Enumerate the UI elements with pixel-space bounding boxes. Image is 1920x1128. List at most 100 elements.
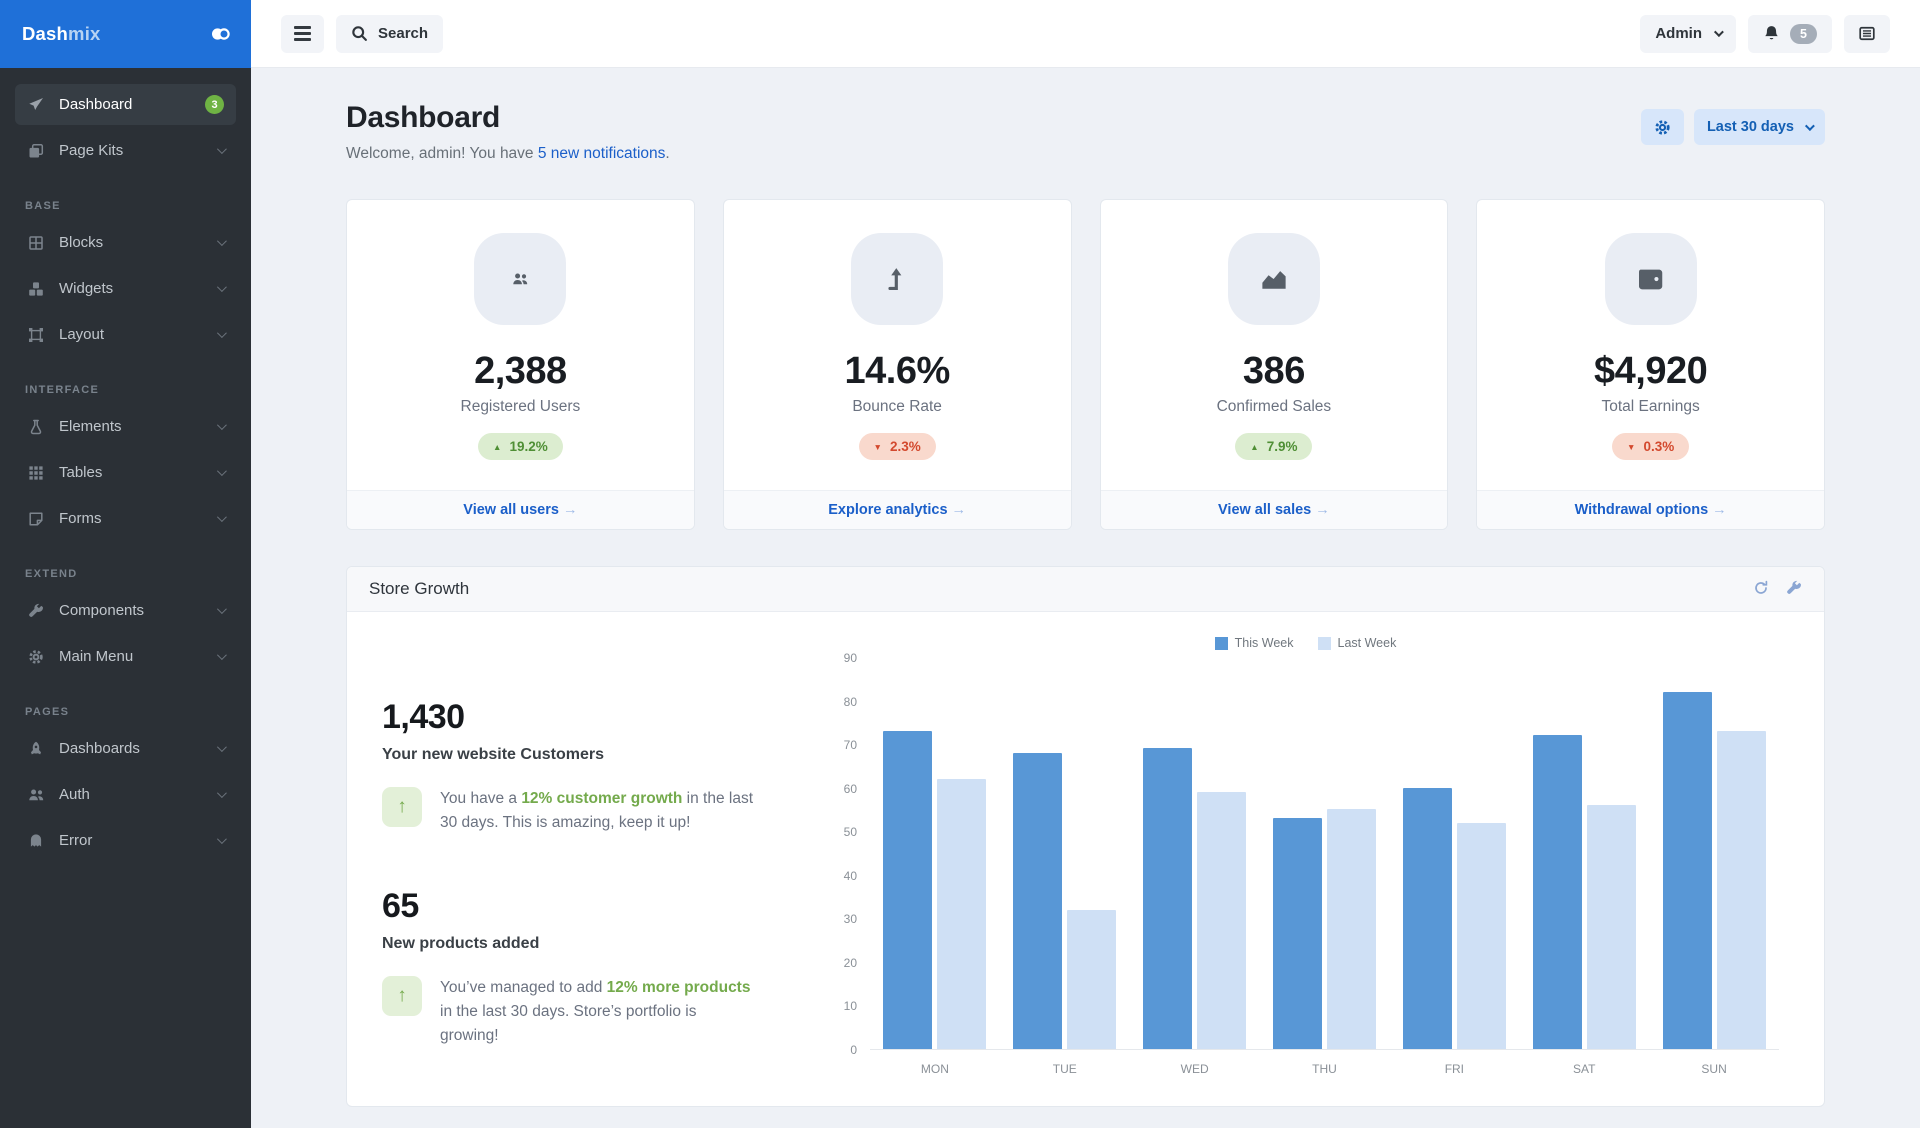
notification-count-badge: 5 xyxy=(1790,23,1817,44)
search-button[interactable]: Search xyxy=(336,14,444,53)
bar-last-week-thu xyxy=(1327,809,1376,1049)
page-title: Dashboard xyxy=(346,101,500,134)
card-link-withdrawal-options[interactable]: Withdrawal options → xyxy=(1575,502,1727,518)
sidebar-item-dashboard[interactable]: Dashboard 3 xyxy=(15,84,236,125)
chart-plot-area xyxy=(870,658,1779,1050)
sidebar-item-error[interactable]: Error xyxy=(15,820,236,861)
chart-y-axis: 0 10 20 30 40 50 60 70 80 90 xyxy=(832,651,870,1057)
stat-icon-circle xyxy=(851,233,944,325)
arrow-right-icon: → xyxy=(562,502,578,518)
bar-last-week-tue xyxy=(1067,909,1117,1049)
growth-description: You’ve managed to add 12% more products … xyxy=(440,979,751,1045)
sidebar-item-tables[interactable]: Tables xyxy=(15,452,236,493)
sidebar-item-layout[interactable]: Layout xyxy=(15,314,236,355)
card-footer: View all users → xyxy=(347,490,694,529)
notifications-link[interactable]: 5 new notifications xyxy=(538,145,666,162)
growth-stat-your-new-website-customers: 1,430 Your new website Customers ↑ You have… xyxy=(382,698,832,835)
sidebar-nav: Dashboard 3 Page Kits BASE Blocks Widgets Layo… xyxy=(0,68,251,882)
chevron-down-icon xyxy=(1804,120,1815,131)
growth-value: 65 xyxy=(382,887,419,926)
growth-label: New products added xyxy=(382,935,540,953)
users-icon xyxy=(512,271,529,287)
settings-button[interactable] xyxy=(1640,109,1684,145)
sidebar-item-label: Dashboard xyxy=(59,96,133,113)
caret-up-icon: ▲ xyxy=(493,441,502,452)
options-wrench-button[interactable] xyxy=(1786,580,1802,599)
sidebar-style-toggle-icon[interactable] xyxy=(209,26,231,42)
bar-group-mon xyxy=(870,658,1000,1049)
date-range-dropdown[interactable]: Last 30 days xyxy=(1693,109,1825,145)
stat-icon-circle xyxy=(1604,233,1697,325)
sidebar-item-components[interactable]: Components xyxy=(15,590,236,631)
chart-x-axis: MON TUE WED THU FRI SAT SUN xyxy=(870,1062,1779,1076)
sidebar-item-main-menu[interactable]: Main Menu xyxy=(15,636,236,677)
stat-value: $4,920 xyxy=(1594,350,1708,392)
legend-item-last-week[interactable]: Last Week xyxy=(1317,636,1396,650)
sidebar-item-label: Main Menu xyxy=(59,648,134,665)
store-growth-panel: Store Growth 1,430 Your new website Cust… xyxy=(346,566,1825,1107)
chevron-down-icon xyxy=(216,650,227,661)
rocket-icon xyxy=(27,741,45,757)
sidebar-item-blocks[interactable]: Blocks xyxy=(15,222,236,263)
sidebar-item-forms[interactable]: Forms xyxy=(15,498,236,539)
chevron-down-icon xyxy=(216,512,227,523)
delta-badge: ▲ 7.9% xyxy=(1235,433,1313,460)
topbar: Search Admin 5 xyxy=(251,0,1920,68)
sidebar-item-dashboards[interactable]: Dashboards xyxy=(15,728,236,769)
count-badge: 3 xyxy=(205,95,224,114)
growth-label: Your new website Customers xyxy=(382,746,604,763)
chevron-down-icon xyxy=(216,282,227,293)
delta-badge: ▼ 0.3% xyxy=(1612,433,1690,460)
hamburger-icon xyxy=(294,26,311,41)
chevron-down-icon xyxy=(216,420,227,431)
legend-swatch xyxy=(1317,636,1331,650)
x-tick-label: SUN xyxy=(1701,1062,1727,1076)
menu-toggle-button[interactable] xyxy=(281,14,324,53)
bar-last-week-wed xyxy=(1197,792,1247,1049)
sidebar-item-widgets[interactable]: Widgets xyxy=(15,268,236,309)
user-menu-button[interactable]: Admin xyxy=(1640,14,1736,53)
date-range-label: Last 30 days xyxy=(1706,119,1794,135)
arrow-up-icon: ↑ xyxy=(382,976,422,1017)
bar-this-week-wed xyxy=(1143,748,1193,1049)
sidebar-item-page-kits[interactable]: Page Kits xyxy=(15,130,236,171)
gear-icon xyxy=(27,649,45,665)
sidebar-item-label: Forms xyxy=(59,510,102,527)
widgets-icon xyxy=(27,281,45,297)
bar-group-sat xyxy=(1519,658,1649,1049)
bar-group-tue xyxy=(1000,658,1130,1049)
stat-label: Registered Users xyxy=(460,398,581,415)
legend-item-this-week[interactable]: This Week xyxy=(1214,636,1294,650)
search-label: Search xyxy=(378,25,429,42)
chevron-down-icon xyxy=(1713,27,1724,38)
chevron-down-icon xyxy=(216,604,227,615)
y-tick-label: 90 xyxy=(843,651,857,665)
chevron-down-icon xyxy=(216,788,227,799)
layers-icon xyxy=(27,143,45,159)
refresh-button[interactable] xyxy=(1753,580,1769,599)
wrench-icon xyxy=(27,603,45,619)
card-footer: View all sales → xyxy=(1100,490,1448,529)
note-icon xyxy=(27,511,45,527)
stat-card-total-earnings: $4,920 Total Earnings ▼ 0.3% Withdrawal opti… xyxy=(1476,199,1825,530)
notifications-button[interactable]: 5 xyxy=(1748,14,1832,53)
bar-this-week-tue xyxy=(1013,752,1063,1049)
side-overlay-button[interactable] xyxy=(1844,14,1890,53)
card-link-view-all-users[interactable]: View all users → xyxy=(463,502,577,518)
welcome-text: Welcome, admin! You have 5 new notificat… xyxy=(346,145,670,162)
delta-badge: ▼ 2.3% xyxy=(858,433,936,460)
brand-logo[interactable]: Dashmix xyxy=(22,23,101,45)
bar-group-fri xyxy=(1389,658,1519,1049)
panel-title: Store Growth xyxy=(369,579,470,598)
sidebar-item-elements[interactable]: Elements xyxy=(15,406,236,447)
stat-card-bounce-rate: 14.6% Bounce Rate ▼ 2.3% Explore analytics → xyxy=(722,199,1072,530)
arrow-up-icon: ↑ xyxy=(382,787,422,827)
sidebar-item-auth[interactable]: Auth xyxy=(15,774,236,815)
user-name: Admin xyxy=(1655,25,1702,42)
card-link-explore-analytics[interactable]: Explore analytics → xyxy=(828,502,966,518)
card-link-view-all-sales[interactable]: View all sales → xyxy=(1218,502,1330,518)
arrow-right-icon: → xyxy=(1315,502,1330,518)
sidebar-item-label: Elements xyxy=(59,418,122,435)
bar-group-thu xyxy=(1260,658,1390,1049)
bar-this-week-sun xyxy=(1662,691,1712,1049)
